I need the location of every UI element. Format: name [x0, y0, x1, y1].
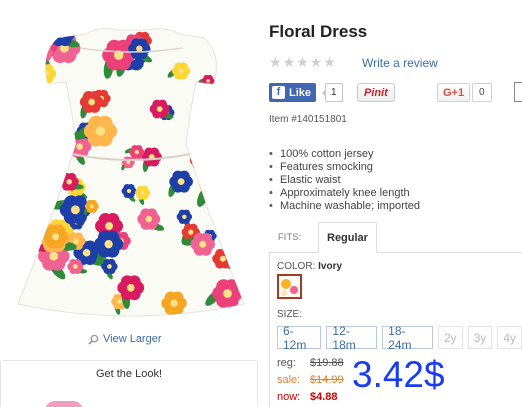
feature-list: 100% cotton jersey Features smocking Ela…	[269, 148, 420, 213]
facebook-like-count: 1	[322, 83, 343, 102]
overlay-price: 3.42$	[352, 354, 445, 395]
product-title: Floral Dress	[269, 22, 368, 41]
now-price: $4.88	[310, 391, 338, 403]
sale-price-label: sale:	[277, 374, 301, 386]
now-price-row: now: $4.88	[277, 391, 338, 404]
view-larger-label: View Larger	[103, 333, 162, 345]
facebook-like-button[interactable]: f Like	[269, 83, 317, 102]
regular-price: $19.88	[310, 357, 344, 369]
size-option[interactable]: 2y	[437, 326, 463, 349]
size-option[interactable]: 12-18m	[326, 324, 378, 352]
feature-item: 100% cotton jersey	[269, 148, 420, 161]
sale-price-row: sale: $14.99	[277, 374, 344, 387]
get-the-look-thumbnail[interactable]	[45, 401, 83, 407]
view-larger-link[interactable]: View Larger	[88, 333, 162, 345]
size-selector: 6-12m 12-18m 18-24m 2y 3y 4y	[277, 324, 522, 352]
feature-item: Features smocking	[269, 161, 420, 174]
star-icon: ★	[296, 54, 309, 70]
get-the-look-panel: Get the Look!	[0, 360, 258, 407]
facebook-like-label: Like	[289, 86, 312, 99]
feature-item: Elastic waist	[269, 174, 420, 187]
size-option[interactable]: 18-24m	[382, 324, 433, 352]
swatch-floral-image	[279, 276, 300, 297]
color-label: COLOR: Ivory	[277, 261, 342, 272]
selected-color-name: Ivory	[318, 261, 343, 272]
fits-label: FITS:	[278, 232, 302, 242]
now-price-label: now:	[277, 391, 301, 403]
sale-price: $14.99	[310, 374, 344, 386]
color-swatch-ivory[interactable]	[277, 274, 302, 299]
magnifier-icon	[88, 334, 99, 345]
star-icon: ★	[282, 54, 296, 70]
facebook-icon: f	[272, 86, 285, 99]
write-review-link[interactable]: Write a review	[362, 56, 438, 70]
feature-item: Approximately knee length	[269, 187, 420, 200]
color-label-text: COLOR:	[277, 261, 316, 272]
google-plus-count: 0	[472, 83, 492, 102]
regular-price-row: reg: $19.88	[277, 357, 344, 370]
size-option[interactable]: 3y	[467, 326, 493, 349]
floral-dress-illustration	[17, 28, 245, 317]
google-plus-button[interactable]: G+1	[437, 83, 471, 102]
fit-tab-regular[interactable]: Regular	[318, 222, 377, 253]
star-icon: ★	[309, 54, 323, 70]
star-icon: ★	[323, 54, 336, 70]
star-rating: ★ ★ ★ ★ ★	[269, 55, 336, 69]
regular-price-label: reg:	[277, 357, 296, 369]
pinterest-pin-button[interactable]: Pinit	[357, 83, 395, 102]
feature-item: Machine washable; imported	[269, 200, 420, 213]
share-icon[interactable]	[514, 82, 522, 102]
get-the-look-title: Get the Look!	[95, 368, 163, 380]
size-option[interactable]: 4y	[497, 326, 522, 349]
size-option[interactable]: 6-12m	[277, 324, 322, 352]
size-label: SIZE:	[277, 309, 303, 320]
star-icon: ★	[269, 54, 282, 70]
product-image[interactable]	[8, 4, 254, 322]
item-number: Item #140151801	[269, 114, 347, 125]
